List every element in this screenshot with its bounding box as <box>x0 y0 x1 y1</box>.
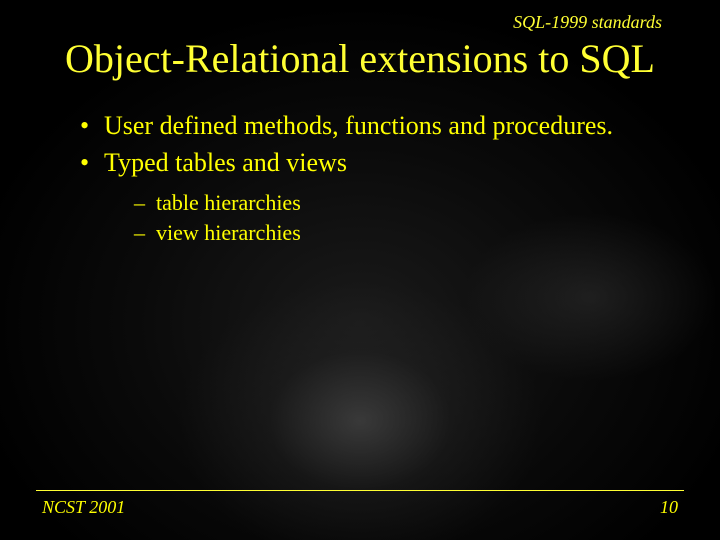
page-number: 10 <box>660 497 678 518</box>
list-item: User defined methods, functions and proc… <box>80 110 684 143</box>
footer-rule <box>36 490 684 491</box>
footer-row: NCST 2001 10 <box>36 497 684 518</box>
bullet-text: User defined methods, functions and proc… <box>104 111 613 140</box>
sub-bullet-text: view hierarchies <box>156 220 301 245</box>
sub-bullet-text: table hierarchies <box>156 190 301 215</box>
overline: SQL-1999 standards <box>36 12 684 33</box>
footer-left: NCST 2001 <box>42 497 125 518</box>
sub-list: table hierarchies view hierarchies <box>104 189 684 246</box>
list-item: view hierarchies <box>134 219 684 247</box>
list-item: table hierarchies <box>134 189 684 217</box>
footer: NCST 2001 10 <box>36 490 684 518</box>
bullet-text: Typed tables and views <box>104 148 347 177</box>
slide-title: Object-Relational extensions to SQL <box>36 35 684 82</box>
slide: SQL-1999 standards Object-Relational ext… <box>0 0 720 540</box>
bullet-list: User defined methods, functions and proc… <box>36 110 684 246</box>
list-item: Typed tables and views table hierarchies… <box>80 147 684 247</box>
